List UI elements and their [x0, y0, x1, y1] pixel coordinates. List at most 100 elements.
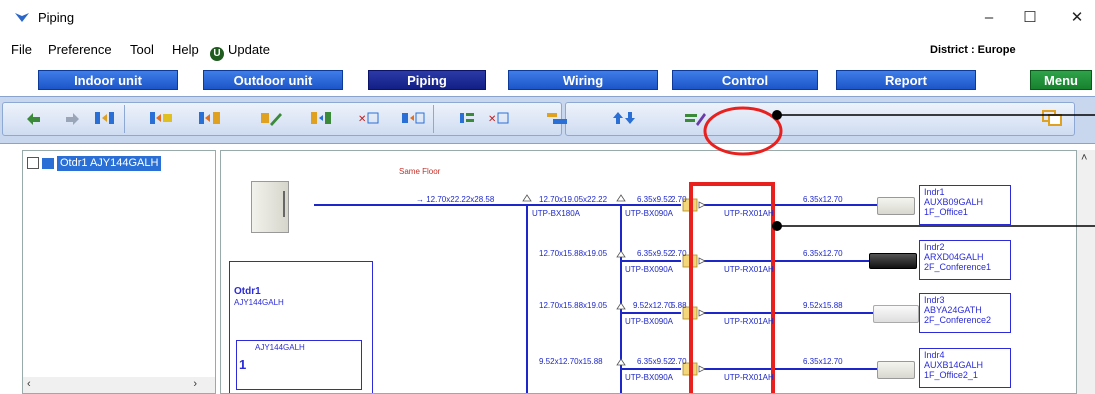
swap-icon[interactable] — [92, 105, 118, 131]
floor-label: Same Floor — [399, 167, 441, 176]
connect-icon[interactable] — [308, 105, 334, 131]
svg-text:✕: ✕ — [358, 114, 366, 125]
indoor-unit-box[interactable]: Indr2 ARXD04GALH 2F_Conference1 — [919, 240, 1011, 280]
delete-icon[interactable]: ✕ — [486, 105, 512, 131]
tab-wiring[interactable]: Wiring — [508, 70, 658, 90]
svg-text:✕: ✕ — [488, 114, 496, 125]
outdoor-unit-grille — [283, 191, 285, 217]
indoor-name: Indr4 — [924, 350, 945, 360]
delete-branch-icon[interactable]: ✕ — [356, 105, 382, 131]
vertical-scrollbar[interactable]: ˄ — [1077, 150, 1095, 394]
wall-unit-image[interactable] — [877, 197, 915, 215]
branch-length: 2.70 — [671, 357, 687, 366]
ceiling-unit-image[interactable] — [873, 305, 919, 323]
branch-length: 2.70 — [671, 195, 687, 204]
branch-length: 5.88 — [671, 301, 687, 310]
insert-branch-icon[interactable] — [197, 105, 223, 131]
menu-tool[interactable]: Tool — [130, 42, 154, 57]
unit-pipe-label: UTP-RX01AH — [724, 265, 774, 274]
branch-pipe-size: 6.35x9.52 — [637, 195, 673, 204]
menu-preference[interactable]: Preference — [48, 42, 112, 57]
tab-report[interactable]: Report — [836, 70, 976, 90]
branch-joint: UTP-BX090A — [625, 373, 674, 382]
branch-pipe-size: 9.52x12.70 — [633, 301, 673, 310]
menu-update-label: Update — [228, 42, 270, 57]
piping-diagram[interactable]: Same Floor → 12.70x22.22x28.58 12.70x19.… — [220, 150, 1077, 394]
toolbar-separator — [433, 105, 434, 133]
indoor-model: ABYA24GATH — [924, 305, 982, 315]
branch-length: 2.70 — [671, 249, 687, 258]
indoor-pipe-size: 6.35x12.70 — [803, 357, 843, 366]
tree-panel: Otdr1 AJY144GALH ‹ › — [22, 150, 216, 394]
tab-piping[interactable]: Piping — [368, 70, 486, 90]
copy-icon[interactable] — [1040, 105, 1066, 131]
branch-main-size: 12.70x15.88x19.05 — [539, 249, 608, 258]
menu-help[interactable]: Help — [172, 42, 199, 57]
branch-pipe-size: 6.35x9.52 — [637, 249, 673, 258]
indoor-pipe-size: 6.35x12.70 — [803, 195, 843, 204]
branch-joint: UTP-BX090A — [625, 265, 674, 274]
maximize-button[interactable]: ☐ — [1015, 6, 1045, 30]
undo-icon[interactable] — [20, 105, 46, 131]
tab-indoor-unit[interactable]: Indoor unit — [38, 70, 178, 90]
branch-main-size: 12.70x19.05x22.22 — [539, 195, 608, 204]
indoor-pipe-size: 6.35x12.70 — [803, 249, 843, 258]
horizontal-scrollbar[interactable]: ‹ › — [23, 377, 215, 393]
system-box: AJY144GALH 1 — [236, 340, 362, 390]
indoor-name: Indr1 — [924, 187, 945, 197]
update-icon: U — [210, 47, 224, 61]
system-number: 1 — [239, 357, 247, 372]
scroll-up-icon[interactable]: ˄ — [1081, 152, 1087, 164]
toolbar-group-2 — [565, 102, 1075, 136]
tab-menu[interactable]: Menu — [1030, 70, 1092, 90]
branch-pipe-size: 6.35x9.52 — [637, 357, 673, 366]
menu-file[interactable]: File — [11, 42, 32, 57]
move-branch-icon[interactable] — [400, 105, 426, 131]
scroll-left-icon[interactable]: ‹ — [27, 378, 31, 390]
tab-bar: Indoor unit Outdoor unit Piping Wiring C… — [0, 66, 1095, 94]
toolbar: ✕ ✕ — [0, 96, 1095, 144]
duct-unit-image[interactable] — [869, 253, 917, 269]
branch-joint: UTP-BX090A — [625, 209, 674, 218]
unit-pipe-label: UTP-RX01AH — [724, 373, 774, 382]
district-label: District : Europe — [930, 44, 1016, 56]
tree-checkbox[interactable] — [27, 157, 39, 169]
minimize-button[interactable]: – — [974, 6, 1004, 30]
redo-icon[interactable] — [60, 105, 86, 131]
edit-pipe-icon[interactable] — [258, 105, 284, 131]
tab-outdoor-unit[interactable]: Outdoor unit — [203, 70, 343, 90]
wall-unit-image[interactable] — [877, 361, 915, 379]
branch-main-size: 9.52x12.70x15.88 — [539, 357, 603, 366]
main-pipe-size: 12.70x22.22x28.58 — [426, 195, 495, 204]
indoor-location: 1F_Office1 — [924, 207, 968, 217]
indoor-unit-box[interactable]: Indr3 ABYA24GATH 2F_Conference2 — [919, 293, 1011, 333]
outdoor-model: AJY144GALH — [234, 298, 284, 307]
indoor-name: Indr3 — [924, 295, 945, 305]
unit-pipe-label: UTP-RX01AH — [724, 209, 774, 218]
branch-main-size: 12.70x15.88x19.05 — [539, 301, 608, 310]
tree-item-outdoor[interactable]: Otdr1 AJY144GALH — [27, 155, 162, 171]
tree-item-label: Otdr1 AJY144GALH — [57, 155, 162, 171]
close-button[interactable]: ✕ — [1062, 6, 1092, 30]
indoor-location: 2F_Conference1 — [924, 262, 992, 272]
tab-control[interactable]: Control — [672, 70, 818, 90]
add-branch-icon[interactable] — [148, 105, 174, 131]
header-icon[interactable] — [545, 105, 571, 131]
align-icon[interactable] — [455, 105, 481, 131]
outdoor-name: Otdr1 — [234, 286, 261, 297]
indoor-pipe-size: 9.52x15.88 — [803, 301, 843, 310]
scroll-right-icon[interactable]: › — [193, 378, 197, 390]
indoor-location: 1F_Office2_1 — [924, 370, 978, 380]
outdoor-unit-box[interactable]: Otdr1 AJY144GALH AJY144GALH 1 — [229, 261, 373, 393]
branch-main-joint: UTP-BX180A — [532, 209, 581, 218]
indoor-unit-box[interactable]: Indr1 AUXB09GALH 1F_Office1 — [919, 185, 1011, 225]
edit-icon[interactable] — [682, 105, 708, 131]
window-title: Piping — [38, 10, 75, 25]
indoor-unit-box[interactable]: Indr4 AUXB14GALH 1F_Office2_1 — [919, 348, 1011, 388]
indoor-name: Indr2 — [924, 242, 945, 252]
menu-update[interactable]: U Update — [210, 42, 270, 61]
main-pipe-label: → 12.70x22.22x28.58 — [416, 195, 495, 204]
title-bar: Piping – ☐ ✕ — [0, 0, 1095, 36]
up-down-icon[interactable] — [612, 105, 638, 131]
indoor-model: ARXD04GALH — [924, 252, 984, 262]
